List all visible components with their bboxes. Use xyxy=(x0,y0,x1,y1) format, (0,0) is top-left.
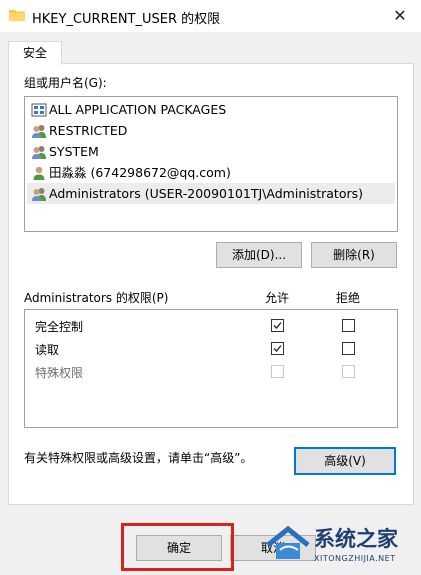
check-icon xyxy=(273,345,282,352)
allow-column-header: 允许 xyxy=(265,291,290,305)
highlight-frame xyxy=(121,523,234,571)
add-button[interactable]: 添加(D)... xyxy=(216,242,302,268)
allow-read-checkbox[interactable] xyxy=(271,342,284,355)
permissions-list: 完全控制 读取 特殊权限 xyxy=(24,309,398,428)
title-bar: HKEY_CURRENT_USER 的权限 ✕ xyxy=(0,0,421,32)
watermark-logo-icon xyxy=(266,525,310,559)
group-icon xyxy=(32,125,46,138)
permission-name: 读取 xyxy=(35,343,60,357)
advanced-hint: 有关特殊权限或高级设置，请单击“高级”。 xyxy=(24,451,253,465)
list-item[interactable]: RESTRICTED xyxy=(27,120,395,141)
folder-icon xyxy=(9,10,25,21)
check-icon xyxy=(273,322,282,329)
package-icon xyxy=(31,103,47,117)
deny-read-checkbox[interactable] xyxy=(342,342,355,355)
permissions-label: Administrators 的权限(P) xyxy=(24,291,169,305)
list-item-label: RESTRICTED xyxy=(49,123,128,138)
allow-full-control-checkbox[interactable] xyxy=(271,319,284,332)
groups-label: 组或用户名(G): xyxy=(24,76,107,90)
group-user-list[interactable]: ALL APPLICATION PACKAGES RESTRICTED SYST… xyxy=(24,96,398,232)
deny-special-checkbox xyxy=(342,365,355,378)
watermark-url: XITONGZHIJIA.NET xyxy=(314,554,396,563)
list-item-label: 田淼淼 (674298672@qq.com) xyxy=(49,165,231,180)
tab-security[interactable]: 安全 xyxy=(8,41,62,65)
advanced-button[interactable]: 高级(V) xyxy=(294,447,396,475)
list-item-label: Administrators (USER-20090101TJ\Administ… xyxy=(49,186,364,201)
watermark-brand: 系统之家 xyxy=(314,527,398,551)
close-button[interactable]: ✕ xyxy=(384,4,416,28)
window-title: HKEY_CURRENT_USER 的权限 xyxy=(32,12,221,27)
close-icon: ✕ xyxy=(393,6,407,25)
deny-full-control-checkbox[interactable] xyxy=(342,319,355,332)
group-icon xyxy=(32,146,46,159)
list-item[interactable]: SYSTEM xyxy=(27,141,395,162)
watermark: 系统之家 XITONGZHIJIA.NET xyxy=(262,513,421,575)
list-item[interactable]: ALL APPLICATION PACKAGES xyxy=(27,99,395,120)
group-icon xyxy=(32,188,46,201)
list-item-selected[interactable]: Administrators (USER-20090101TJ\Administ… xyxy=(27,183,395,204)
user-icon xyxy=(33,166,45,180)
permission-name: 特殊权限 xyxy=(35,366,84,380)
permission-name: 完全控制 xyxy=(35,320,84,334)
list-item-label: SYSTEM xyxy=(49,144,99,159)
allow-special-checkbox xyxy=(271,365,284,378)
deny-column-header: 拒绝 xyxy=(336,291,361,305)
remove-button[interactable]: 删除(R) xyxy=(311,242,397,268)
list-item[interactable]: 田淼淼 (674298672@qq.com) xyxy=(27,162,395,183)
tab-label: 安全 xyxy=(22,46,47,60)
list-item-label: ALL APPLICATION PACKAGES xyxy=(49,102,227,117)
